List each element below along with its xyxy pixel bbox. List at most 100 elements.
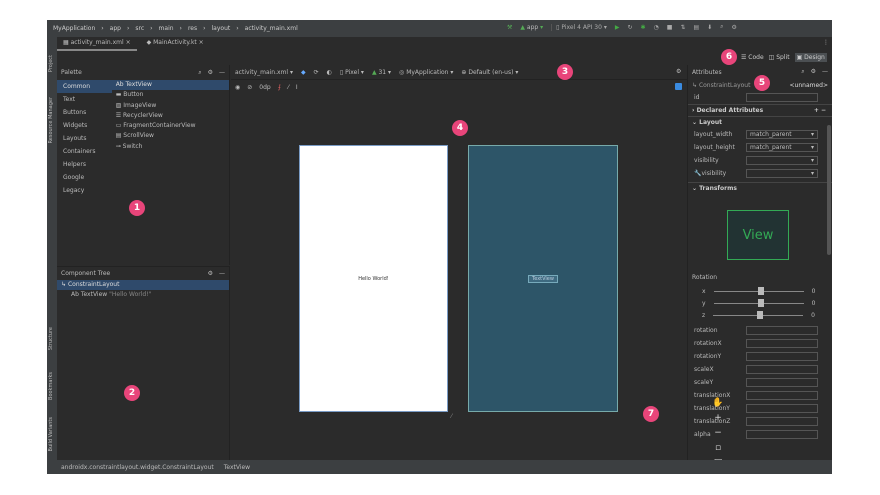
hammer-icon[interactable]: ⚒ xyxy=(507,24,512,31)
rotation-z-slider[interactable]: z0 xyxy=(688,309,832,321)
translationz-field[interactable] xyxy=(746,417,818,426)
palette-category[interactable]: Helpers xyxy=(57,158,112,171)
run-icon[interactable]: ▶ xyxy=(615,24,620,31)
hello-world-text[interactable]: Hello World! xyxy=(358,276,389,282)
info-icon[interactable] xyxy=(675,83,682,90)
settings-icon[interactable]: ⚙ xyxy=(732,24,737,31)
rotation-y-slider[interactable]: y0 xyxy=(688,297,832,309)
blueprint-preview[interactable]: TextView xyxy=(468,145,618,412)
rotationy-field[interactable] xyxy=(746,352,818,361)
more-options-icon[interactable]: ⋮ xyxy=(823,39,829,46)
minimize-icon[interactable]: — xyxy=(219,270,225,277)
bookmarks-tool-button[interactable]: Bookmarks xyxy=(48,372,54,400)
stop-icon[interactable]: ■ xyxy=(667,24,673,31)
search-icon[interactable]: ⌕ xyxy=(720,23,723,31)
theme-select[interactable]: ◎ MyApplication ▾ xyxy=(399,69,453,76)
palette-item-textview[interactable]: Ab TextView xyxy=(111,80,229,91)
palette-category[interactable]: Legacy xyxy=(57,184,112,197)
apply-icon[interactable]: ↻ xyxy=(627,24,632,31)
scalex-field[interactable] xyxy=(746,365,818,374)
attributes-scrollbar[interactable] xyxy=(827,125,831,255)
settings-icon[interactable]: ⚙ xyxy=(208,270,213,277)
breadcrumb-res[interactable]: res xyxy=(188,25,197,32)
layout-height-select[interactable]: match_parent xyxy=(746,143,818,152)
sync-icon[interactable]: ⇅ xyxy=(680,24,685,31)
search-icon[interactable]: ⌕ xyxy=(198,69,201,77)
view-options-icon[interactable]: ◉ xyxy=(235,84,240,91)
breadcrumb-project[interactable]: MyApplication xyxy=(53,25,95,32)
visibility-select[interactable] xyxy=(746,156,818,165)
settings-icon[interactable]: ⚙ xyxy=(811,68,816,76)
profile-icon[interactable]: ◔ xyxy=(654,24,659,31)
project-tool-button[interactable]: Project xyxy=(48,55,54,72)
autoconnect-icon[interactable]: ⊘ xyxy=(247,84,252,91)
run-config-select[interactable]: ▲ app ▾ xyxy=(520,24,543,31)
design-preview[interactable]: Hello World! xyxy=(299,145,448,412)
palette-category[interactable]: Layouts xyxy=(57,132,112,145)
minimize-icon[interactable]: — xyxy=(822,68,828,76)
transforms-section[interactable]: ⌄ Transforms xyxy=(688,182,832,194)
avd-icon[interactable]: ▤ xyxy=(693,24,699,31)
alpha-field[interactable] xyxy=(746,430,818,439)
default-margin-select[interactable]: 0dp xyxy=(259,84,270,91)
component-path[interactable]: androidx.constraintlayout.widget.Constra… xyxy=(61,464,214,471)
tools-visibility-select[interactable] xyxy=(746,169,818,178)
sdk-icon[interactable]: ⬇ xyxy=(707,24,712,31)
night-mode-icon[interactable]: ◐ xyxy=(327,69,332,76)
breadcrumb-layout[interactable]: layout xyxy=(212,25,231,32)
tree-node-textview[interactable]: Ab TextView "Hello World!" xyxy=(57,290,229,300)
design-canvas[interactable]: Hello World! TextView ⁄ ✋ + − ▫ □ xyxy=(231,95,724,468)
locale-select[interactable]: ⊕ Default (en-us) ▾ xyxy=(461,69,518,76)
infer-constraints-icon[interactable]: ⁄ xyxy=(288,84,289,91)
rotationx-field[interactable] xyxy=(746,339,818,348)
palette-item-switch[interactable]: ⊸ Switch xyxy=(112,142,229,152)
warnings-icon[interactable]: ⚙ xyxy=(676,68,681,75)
translationx-field[interactable] xyxy=(746,391,818,400)
palette-category[interactable]: Google xyxy=(57,171,112,184)
minimize-icon[interactable]: — xyxy=(219,69,225,77)
palette-category[interactable]: Common xyxy=(57,80,112,93)
device-select[interactable]: ▯ Pixel ▾ xyxy=(340,69,364,76)
blueprint-textview[interactable]: TextView xyxy=(528,274,558,283)
design-view-button[interactable]: ▣ Design xyxy=(794,53,827,62)
palette-item-imageview[interactable]: ▨ ImageView xyxy=(112,101,229,111)
layout-file-select[interactable]: activity_main.xml ▾ xyxy=(235,69,293,76)
search-icon[interactable]: ⌕ xyxy=(801,68,804,76)
code-view-button[interactable]: ☰ Code xyxy=(741,54,764,61)
tab-main-activity[interactable]: ◆ MainActivity.kt × xyxy=(141,37,210,51)
structure-tool-button[interactable]: Structure xyxy=(48,327,54,350)
palette-category[interactable]: Text xyxy=(57,93,112,106)
design-surface-icon[interactable]: ◆ xyxy=(301,69,306,76)
palette-item-scrollview[interactable]: ▤ ScrollView xyxy=(112,131,229,141)
breadcrumb-file[interactable]: activity_main.xml xyxy=(245,25,298,32)
rotation-x-slider[interactable]: x0 xyxy=(688,285,832,297)
build-variants-tool-button[interactable]: Build Variants xyxy=(48,417,54,451)
clear-constraints-icon[interactable]: ⨍ xyxy=(278,84,281,91)
orientation-icon[interactable]: ⟳ xyxy=(314,69,319,76)
guidelines-icon[interactable]: I xyxy=(296,84,298,91)
api-select[interactable]: ▲ 31 ▾ xyxy=(372,69,391,76)
rotation-field[interactable] xyxy=(746,326,818,335)
tree-node-constraintlayout[interactable]: ↳ ConstraintLayout xyxy=(57,280,229,290)
translationy-field[interactable] xyxy=(746,404,818,413)
breadcrumb-app[interactable]: app xyxy=(110,25,121,32)
settings-icon[interactable]: ⚙ xyxy=(208,69,213,77)
palette-item-button[interactable]: ▬ Button xyxy=(112,90,229,100)
breadcrumb-main[interactable]: main xyxy=(159,25,174,32)
palette-category[interactable]: Buttons xyxy=(57,106,112,119)
scaley-field[interactable] xyxy=(746,378,818,387)
id-field[interactable] xyxy=(746,93,818,102)
breadcrumb-src[interactable]: src xyxy=(135,25,144,32)
resource-manager-tool-button[interactable]: Resource Manager xyxy=(48,97,54,143)
component-path-child[interactable]: TextView xyxy=(224,464,250,471)
tab-activity-main[interactable]: ▦ activity_main.xml × xyxy=(57,37,137,51)
layout-width-select[interactable]: match_parent xyxy=(746,130,818,139)
palette-category[interactable]: Containers xyxy=(57,145,112,158)
palette-item-recyclerview[interactable]: ☰ RecyclerView xyxy=(112,111,229,121)
layout-section[interactable]: ⌄ Layout xyxy=(688,116,832,128)
device-select[interactable]: ▯ Pixel 4 API 30 ▾ xyxy=(551,23,607,31)
palette-item-fragmentcontainerview[interactable]: ▭ FragmentContainerView xyxy=(112,121,229,131)
palette-category[interactable]: Widgets xyxy=(57,119,112,132)
resize-handle[interactable]: ⁄ xyxy=(451,413,452,420)
split-view-button[interactable]: ◫ Split xyxy=(769,54,790,61)
